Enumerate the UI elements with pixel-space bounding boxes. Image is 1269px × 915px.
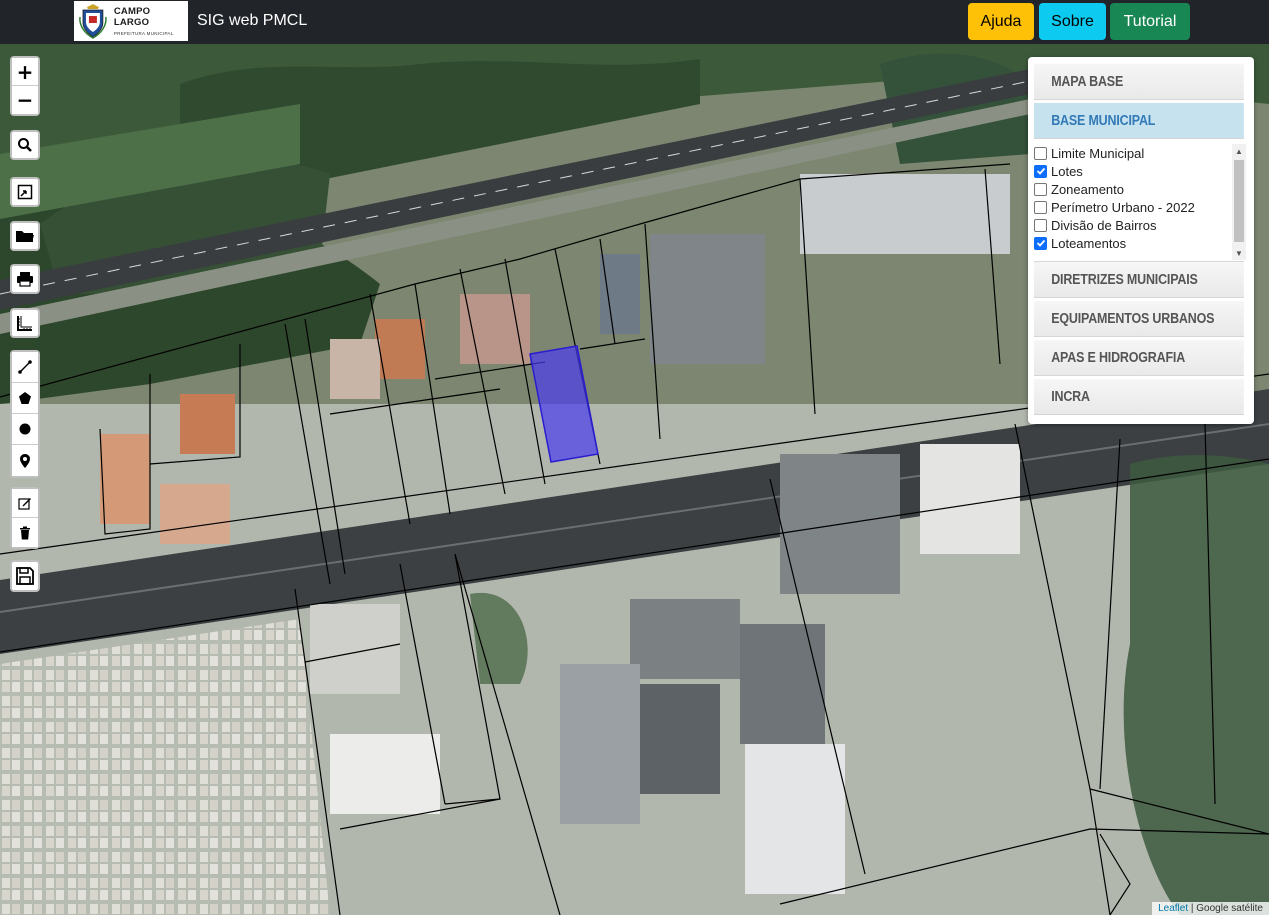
printer-icon	[17, 272, 33, 287]
zoom-in-label: +	[16, 59, 34, 84]
polyline-icon	[18, 360, 32, 374]
coat-of-arms-icon	[79, 4, 107, 39]
section-apas-hidrografia[interactable]: APAs e Hidrografia	[1034, 340, 1244, 376]
draw-polyline-button[interactable]	[12, 352, 38, 383]
zoom-out-button[interactable]: −	[12, 86, 38, 114]
draw-polygon-button[interactable]	[12, 383, 38, 414]
layer-item[interactable]: Zoneamento	[1034, 180, 1244, 198]
tutorial-button[interactable]: Tutorial	[1110, 3, 1190, 40]
folder-icon	[16, 231, 34, 242]
layer-label: Perímetro Urbano - 2022	[1051, 199, 1195, 215]
municipality-logo[interactable]: CAMPO LARGO PREFEITURA MUNICIPAL	[74, 1, 188, 41]
measure-button[interactable]	[10, 308, 40, 338]
map-pin-icon	[20, 453, 30, 468]
layer-list-scrollbar[interactable]: ▲ ▼	[1232, 144, 1246, 260]
checkbox-unchecked[interactable]	[1034, 146, 1047, 160]
draw-circle-button[interactable]	[12, 414, 38, 445]
floppy-disk-icon	[16, 567, 34, 585]
zoom-extent-button[interactable]	[10, 177, 40, 207]
scroll-down-icon[interactable]: ▼	[1232, 246, 1246, 260]
base-municipal-layer-list: Limite Municipal Lotes Zoneamento Perímetro…	[1034, 144, 1246, 262]
zoom-out-label: −	[16, 88, 34, 112]
section-equipamentos-urbanos[interactable]: Equipamentos Urbanos	[1034, 301, 1244, 337]
edit-layers-button[interactable]	[12, 489, 38, 518]
about-button[interactable]: Sobre	[1039, 3, 1106, 40]
draw-toolbar	[10, 350, 40, 478]
section-base-municipal[interactable]: Base Municipal	[1034, 103, 1244, 139]
zoom-control: + −	[10, 56, 40, 116]
layer-label: Lotes	[1051, 163, 1083, 179]
open-file-button[interactable]	[10, 221, 40, 251]
app-root: CAMPO LARGO PREFEITURA MUNICIPAL SIG web…	[0, 0, 1269, 915]
checkbox-checked[interactable]	[1034, 236, 1047, 250]
layer-label: Limite Municipal	[1051, 145, 1145, 161]
checkbox-unchecked[interactable]	[1034, 200, 1047, 214]
ruler-icon	[17, 316, 32, 331]
layer-label: Divisão de Bairros	[1051, 217, 1157, 233]
search-icon	[18, 138, 32, 152]
imagery-credit: Google satélite	[1196, 903, 1263, 914]
scroll-thumb[interactable]	[1234, 160, 1244, 242]
logo-city-name: CAMPO LARGO	[113, 6, 151, 28]
top-navbar: CAMPO LARGO PREFEITURA MUNICIPAL SIG web…	[0, 0, 1269, 44]
leaflet-link[interactable]: Leaflet	[1158, 903, 1188, 914]
layer-item[interactable]: Loteamentos	[1034, 234, 1244, 252]
layer-label: Loteamentos	[1051, 235, 1127, 251]
layer-label: Zoneamento	[1051, 181, 1124, 197]
layer-item[interactable]: Lotes	[1034, 162, 1244, 180]
checkmark-icon	[1036, 167, 1045, 175]
section-mapa-base[interactable]: Mapa Base	[1034, 64, 1244, 100]
expand-icon	[17, 184, 33, 200]
scroll-up-icon[interactable]: ▲	[1232, 144, 1246, 158]
edit-icon	[18, 498, 31, 510]
app-title: SIG web PMCL	[197, 12, 308, 29]
checkmark-icon	[1036, 239, 1045, 247]
draw-marker-button[interactable]	[12, 445, 38, 476]
print-button[interactable]	[10, 264, 40, 294]
layer-panel: Mapa Base Base Municipal Limite Municipa…	[1028, 57, 1254, 424]
pentagon-icon	[19, 392, 31, 404]
delete-layers-button[interactable]	[12, 518, 38, 547]
save-button[interactable]	[10, 560, 40, 592]
trash-icon	[20, 526, 30, 539]
search-button[interactable]	[10, 130, 40, 160]
help-button[interactable]: Ajuda	[968, 3, 1034, 40]
checkbox-unchecked[interactable]	[1034, 182, 1047, 196]
section-incra[interactable]: INCRA	[1034, 379, 1244, 415]
edit-toolbar	[10, 487, 40, 549]
layer-item[interactable]: Perímetro Urbano - 2022	[1034, 198, 1244, 216]
logo-subtitle: PREFEITURA MUNICIPAL	[113, 31, 174, 36]
layer-item[interactable]: Limite Municipal	[1034, 144, 1244, 162]
section-diretrizes-municipais[interactable]: Diretrizes Municipais	[1034, 262, 1244, 298]
map-attribution: Leaflet | Google satélite	[1152, 902, 1269, 915]
checkbox-checked[interactable]	[1034, 164, 1047, 178]
zoom-in-button[interactable]: +	[12, 58, 38, 86]
circle-icon	[19, 423, 31, 435]
checkbox-unchecked[interactable]	[1034, 218, 1047, 232]
layer-item[interactable]: Divisão de Bairros	[1034, 216, 1244, 234]
